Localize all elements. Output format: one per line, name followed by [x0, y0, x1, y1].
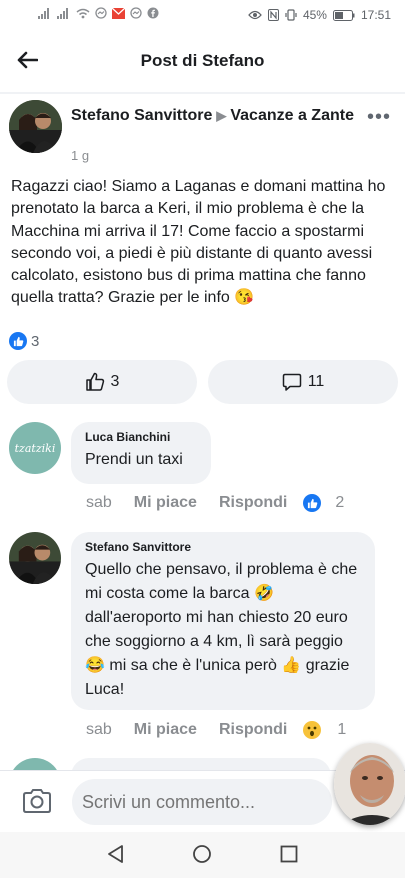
facebook-icon: [147, 7, 159, 19]
comment-avatar[interactable]: tzatziki: [9, 422, 61, 474]
clock: 17:51: [360, 8, 391, 22]
comment-avatar[interactable]: [9, 532, 61, 584]
comment-icon: [282, 373, 301, 391]
like-button[interactable]: 3: [7, 360, 197, 404]
nav-recents-button[interactable]: [279, 844, 299, 869]
like-count: 3: [110, 373, 120, 390]
eye-icon: [248, 10, 262, 20]
comment-like-button[interactable]: Mi piace: [134, 494, 197, 512]
caret-right-icon: ▶: [216, 108, 227, 123]
avatar-logo-text: tzatziki: [14, 441, 56, 455]
avatar-photo: [9, 532, 61, 584]
comment-bubble[interactable]: Luca Bianchini Prendi un taxi: [71, 422, 211, 484]
nfc-icon: [267, 9, 279, 21]
comment-meta: sab Mi piace Rispondi 2: [86, 494, 386, 512]
wifi-icon: [76, 8, 90, 18]
header-divider: [0, 92, 405, 94]
camera-icon: [23, 789, 51, 813]
comment-input[interactable]: [72, 779, 332, 825]
post-group[interactable]: Vacanze a Zante: [230, 107, 354, 124]
camera-button[interactable]: [22, 788, 52, 819]
comment-time[interactable]: sab: [86, 721, 112, 739]
comment-time[interactable]: sab: [86, 494, 112, 512]
messenger-icon-2: [130, 7, 142, 19]
signal-icon: [38, 7, 52, 19]
comment-text: Quello che pensavo, il problema è che mi…: [85, 561, 358, 698]
nav-home-button[interactable]: [192, 844, 212, 869]
gmail-icon: [112, 7, 125, 19]
comment-like-button[interactable]: Mi piace: [134, 721, 197, 739]
post-author-line: Stefano Sanvittore ▶ Vacanze a Zante: [71, 106, 361, 126]
system-nav-bar: [0, 832, 405, 878]
comment-meta: sab Mi piace Rispondi 1: [86, 721, 386, 739]
chat-head[interactable]: [334, 743, 405, 825]
post-reaction-count: 3: [31, 332, 40, 350]
comment-bubble[interactable]: Stefano Sanvittore Quello che pensavo, i…: [71, 532, 375, 710]
app-bar: Post di Stefano: [0, 30, 405, 92]
messenger-icon: [95, 7, 107, 19]
signal-icon-2: [57, 7, 71, 19]
avatar-photo: [9, 100, 62, 153]
more-options-icon[interactable]: •••: [367, 106, 391, 129]
like-reaction-icon: [303, 494, 322, 512]
nav-back-button[interactable]: [106, 844, 126, 869]
comment-reply-button[interactable]: Rispondi: [219, 721, 287, 739]
battery-percent: 45%: [302, 8, 327, 22]
chat-head-photo: [334, 743, 405, 825]
comment-author[interactable]: Luca Bianchini: [85, 430, 197, 444]
comment-text: Prendi un taxi: [85, 451, 183, 468]
post-timestamp[interactable]: 1 g: [71, 148, 89, 163]
post-reaction-summary[interactable]: 3: [9, 332, 39, 350]
comment-button[interactable]: 11: [208, 360, 398, 404]
comment-count: 11: [307, 373, 325, 390]
like-reaction-icon: [9, 332, 27, 350]
page-title: Post di Stefano: [140, 51, 265, 70]
triangle-back-icon: [108, 845, 123, 863]
post-header: Stefano Sanvittore ▶ Vacanze a Zante 1 g •…: [9, 98, 399, 168]
status-bar: 45% 17:51: [0, 0, 405, 30]
comment-reaction-count: 2: [335, 494, 345, 511]
comment-reply-button[interactable]: Rispondi: [219, 494, 287, 512]
wow-reaction-icon: [303, 721, 322, 739]
comment-reaction-count: 1: [337, 721, 347, 738]
battery-icon: [332, 9, 355, 21]
square-recents-icon: [280, 845, 298, 863]
status-icons-right: 45% 17:51: [248, 8, 391, 22]
post-author[interactable]: Stefano Sanvittore: [71, 107, 212, 124]
avatar[interactable]: [9, 100, 62, 153]
vibrate-icon: [285, 9, 297, 21]
circle-home-icon: [193, 845, 211, 863]
comment-author[interactable]: Stefano Sanvittore: [85, 540, 361, 554]
status-icons-left: [38, 7, 159, 19]
post-text: Ragazzi ciao! Siamo a Laganas e domani m…: [11, 178, 386, 307]
thumbs-up-icon: [85, 372, 104, 391]
